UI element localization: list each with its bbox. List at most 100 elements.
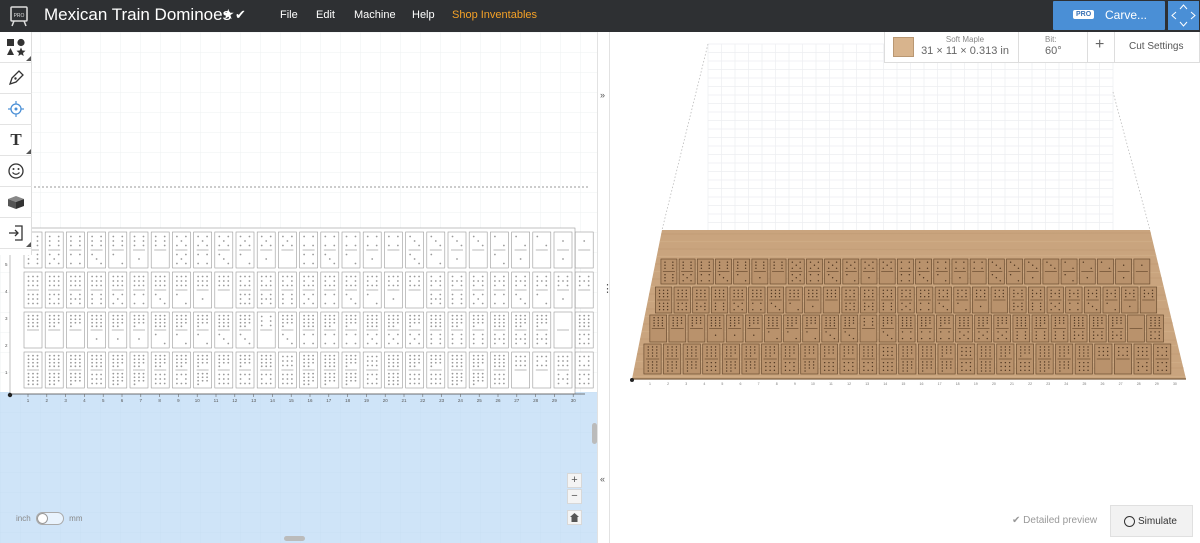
domino-tile[interactable] xyxy=(108,351,128,389)
domino-tile[interactable] xyxy=(150,351,170,389)
domino-tile[interactable] xyxy=(468,231,488,269)
domino-tile[interactable] xyxy=(87,231,106,269)
domino-tile[interactable] xyxy=(362,311,382,349)
material-dimensions[interactable]: 31 × 11 × 0.313 in xyxy=(915,45,1015,57)
domino-tile[interactable] xyxy=(150,231,170,269)
domino-tile[interactable] xyxy=(172,311,191,349)
app-logo-icon[interactable]: PRO xyxy=(9,5,29,27)
domino-tile[interactable] xyxy=(193,271,212,309)
domino-tile[interactable] xyxy=(172,271,191,309)
horizontal-scrollbar[interactable] xyxy=(284,536,305,541)
domino-tile[interactable] xyxy=(172,231,191,269)
domino-tile[interactable] xyxy=(44,351,64,389)
domino-tile[interactable] xyxy=(235,311,255,349)
domino-tile[interactable] xyxy=(23,271,43,309)
icon-library-tool[interactable] xyxy=(0,156,32,187)
domino-tile[interactable] xyxy=(108,231,128,269)
design-canvas-panel[interactable]: 1 2 3 4 5 6 7 8 9 10 11 12 13 14 15 16 17 18 19 20 21 22 23 24 2… xyxy=(0,32,597,543)
menu-machine[interactable]: Machine xyxy=(354,9,396,21)
domino-tile[interactable] xyxy=(256,311,276,349)
zoom-home-button[interactable] xyxy=(567,510,582,525)
domino-tile[interactable] xyxy=(384,311,403,349)
domino-tile[interactable] xyxy=(362,271,382,309)
import-tool[interactable] xyxy=(0,218,32,249)
domino-tile[interactable] xyxy=(384,351,403,389)
domino-tile[interactable] xyxy=(490,231,509,269)
domino-tile[interactable] xyxy=(574,351,594,389)
domino-tile[interactable] xyxy=(362,231,382,269)
collapse-right-icon[interactable]: » xyxy=(600,90,605,100)
domino-tile[interactable] xyxy=(150,271,170,309)
target-tool[interactable] xyxy=(0,94,32,125)
panel-splitter[interactable]: » ⋮ « xyxy=(597,32,613,543)
domino-tile[interactable] xyxy=(193,311,212,349)
domino-tile[interactable] xyxy=(235,271,255,309)
domino-tile[interactable] xyxy=(299,271,318,309)
domino-tile[interactable] xyxy=(129,271,149,309)
domino-tile[interactable] xyxy=(87,351,106,389)
domino-tile[interactable] xyxy=(23,351,43,389)
domino-tile[interactable] xyxy=(426,271,446,309)
bit-value[interactable]: 60° xyxy=(1045,45,1062,57)
domino-tile[interactable] xyxy=(108,271,128,309)
domino-tile[interactable] xyxy=(532,271,552,309)
domino-tile[interactable] xyxy=(532,231,552,269)
domino-tile[interactable] xyxy=(511,271,530,309)
domino-tile[interactable] xyxy=(256,231,276,269)
domino-tile[interactable] xyxy=(299,311,318,349)
domino-tile[interactable] xyxy=(108,311,128,349)
domino-tile[interactable] xyxy=(532,351,552,389)
domino-tile[interactable] xyxy=(511,231,530,269)
domino-tile[interactable] xyxy=(66,351,85,389)
domino-tile[interactable] xyxy=(405,271,424,309)
domino-tile[interactable] xyxy=(129,231,149,269)
domino-tile[interactable] xyxy=(553,271,573,309)
pen-tool[interactable] xyxy=(0,63,32,94)
domino-tile[interactable] xyxy=(172,351,191,389)
domino-tile[interactable] xyxy=(553,351,573,389)
project-title[interactable]: Mexican Train Dominoes xyxy=(44,5,231,25)
domino-tile[interactable] xyxy=(214,271,234,309)
domino-tile[interactable] xyxy=(468,351,488,389)
domino-tile[interactable] xyxy=(66,311,85,349)
domino-tile[interactable] xyxy=(320,231,340,269)
add-bit-button[interactable]: + xyxy=(1095,36,1104,54)
domino-tile[interactable] xyxy=(150,311,170,349)
domino-tile[interactable] xyxy=(384,271,403,309)
domino-tile[interactable] xyxy=(278,311,297,349)
domino-tile[interactable] xyxy=(193,351,212,389)
zoom-in-button[interactable]: + xyxy=(567,473,582,488)
domino-tile[interactable] xyxy=(574,311,594,349)
domino-tile[interactable] xyxy=(87,311,106,349)
material-swatch[interactable] xyxy=(893,37,914,57)
domino-tile[interactable] xyxy=(256,271,276,309)
domino-tile[interactable] xyxy=(44,231,64,269)
domino-tile[interactable] xyxy=(553,311,573,349)
menu-file[interactable]: File xyxy=(280,9,298,21)
domino-tile[interactable] xyxy=(44,311,64,349)
domino-tile[interactable] xyxy=(129,351,149,389)
design-canvas[interactable]: 1 2 3 4 5 6 7 8 9 10 11 12 13 14 15 16 17 18 19 20 21 22 23 24 2… xyxy=(0,32,597,543)
domino-tile[interactable] xyxy=(426,311,446,349)
domino-tile[interactable] xyxy=(341,311,361,349)
cut-settings-button[interactable]: Cut Settings xyxy=(1129,41,1183,52)
domino-tile[interactable] xyxy=(384,231,403,269)
collapse-left-icon[interactable]: « xyxy=(600,474,605,484)
domino-tile[interactable] xyxy=(320,271,340,309)
domino-tile[interactable] xyxy=(214,311,234,349)
simulate-button[interactable]: Simulate xyxy=(1110,505,1193,537)
domino-tile[interactable] xyxy=(278,271,297,309)
material-name[interactable]: Soft Maple xyxy=(915,35,1015,44)
domino-tile[interactable] xyxy=(490,311,509,349)
domino-tile[interactable] xyxy=(468,271,488,309)
domino-tile[interactable] xyxy=(129,311,149,349)
menu-edit[interactable]: Edit xyxy=(316,9,335,21)
domino-tile[interactable] xyxy=(405,311,424,349)
domino-tile[interactable] xyxy=(214,231,234,269)
domino-tile[interactable] xyxy=(66,231,85,269)
domino-tile[interactable] xyxy=(426,351,446,389)
unit-toggle[interactable] xyxy=(35,512,64,525)
expand-view-button[interactable] xyxy=(1168,1,1199,30)
3d-preview[interactable]: 1 2 3 4 5 6 7 8 9 10 11 12 13 14 15 16 17 18 19 20 21 22 23 24 2… xyxy=(610,32,1200,543)
shapes-tool[interactable] xyxy=(0,32,32,63)
